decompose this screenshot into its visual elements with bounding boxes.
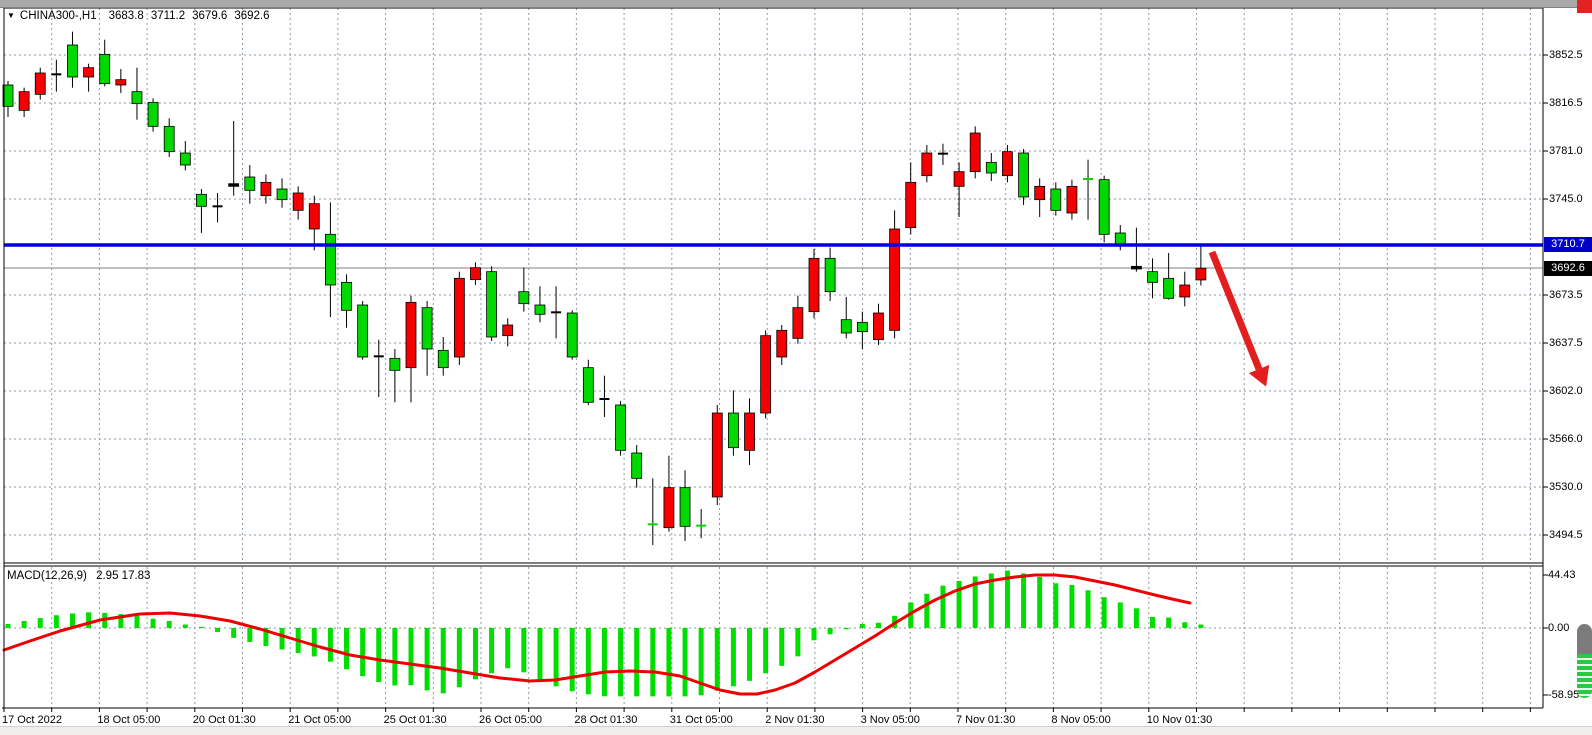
time-tick-label: 8 Nov 05:00	[1051, 714, 1110, 726]
price-tick-label: 3637.5	[1549, 337, 1583, 349]
price-tick-label: 3530.0	[1549, 481, 1583, 493]
scrollbar-stripes	[1577, 654, 1592, 698]
price-tick-label: 3781.0	[1549, 145, 1583, 157]
macd-tick-label: -58.95	[1548, 689, 1579, 701]
chart-title: ▼ CHINA300-,H1 3683.8 3711.2 3679.6 3692…	[7, 10, 277, 22]
chart-borders	[2, 8, 1543, 708]
macd-name: MACD(12,26,9)	[7, 570, 87, 582]
close-button[interactable]	[1577, 0, 1592, 13]
macd-signal-line	[4, 575, 1190, 694]
symbol-dropdown-icon[interactable]: ▼	[7, 11, 15, 20]
time-tick-label: 18 Oct 05:00	[97, 714, 160, 726]
time-tick-label: 31 Oct 05:00	[670, 714, 733, 726]
ohlc-close: 3692.6	[234, 10, 269, 22]
macd-axis-labels: 44.43 0.00 -58.95	[1548, 569, 1579, 701]
grid	[4, 8, 1543, 708]
symbol-name: CHINA300-,H1	[20, 10, 97, 22]
chart-canvas[interactable]: 3852.5 3816.5 3781.0 3745.0 3673.5 3637.5 3602…	[0, 0, 1592, 735]
ohlc-open: 3683.8	[109, 10, 144, 22]
time-tick-label: 25 Oct 01:30	[384, 714, 447, 726]
price-tick-label: 3816.5	[1549, 97, 1583, 109]
ohlc-high: 3711.2	[151, 10, 185, 22]
ohlc-low: 3679.6	[192, 10, 227, 22]
macd-indicator-label: MACD(12,26,9) 2.95 17.83	[7, 570, 150, 582]
axis-ticks	[4, 55, 1548, 712]
candlesticks	[3, 32, 1206, 545]
time-axis-labels: 17 Oct 2022 18 Oct 05:00 20 Oct 01:30 21 Oc…	[2, 714, 1212, 726]
scrollbar-thumb[interactable]	[1577, 624, 1592, 698]
trading-terminal-window: 3852.5 3816.5 3781.0 3745.0 3673.5 3637.5 3602…	[0, 0, 1592, 735]
time-tick-label: 21 Oct 05:00	[288, 714, 351, 726]
macd-tick-label: 44.43	[1548, 569, 1576, 581]
macd-histogram	[6, 571, 1204, 697]
time-tick-label: 7 Nov 01:30	[956, 714, 1015, 726]
window-bottom-bar	[0, 726, 1592, 735]
trend-arrow[interactable]	[1212, 252, 1269, 387]
price-tag-current: 3692.6	[1544, 261, 1592, 276]
time-tick-label: 10 Nov 01:30	[1147, 714, 1212, 726]
price-tick-label: 3745.0	[1549, 193, 1583, 205]
price-tick-label: 3566.0	[1549, 433, 1583, 445]
price-axis-labels: 3852.5 3816.5 3781.0 3745.0 3673.5 3637.5 3602…	[1549, 49, 1583, 541]
price-tick-label: 3852.5	[1549, 49, 1583, 61]
price-tick-label: 3602.0	[1549, 385, 1583, 397]
price-tag-resistance: 3710.7	[1544, 237, 1592, 252]
price-tick-label: 3494.5	[1549, 529, 1583, 541]
window-top-bar	[0, 0, 1592, 8]
price-tick-label: 3673.5	[1549, 289, 1583, 301]
time-tick-label: 2 Nov 01:30	[765, 714, 824, 726]
time-tick-label: 3 Nov 05:00	[861, 714, 920, 726]
macd-tick-label: 0.00	[1548, 622, 1569, 634]
time-tick-label: 28 Oct 01:30	[574, 714, 637, 726]
time-tick-label: 26 Oct 05:00	[479, 714, 542, 726]
time-tick-label: 20 Oct 01:30	[193, 714, 256, 726]
time-tick-label: 17 Oct 2022	[2, 714, 62, 726]
macd-values: 2.95 17.83	[96, 570, 150, 582]
